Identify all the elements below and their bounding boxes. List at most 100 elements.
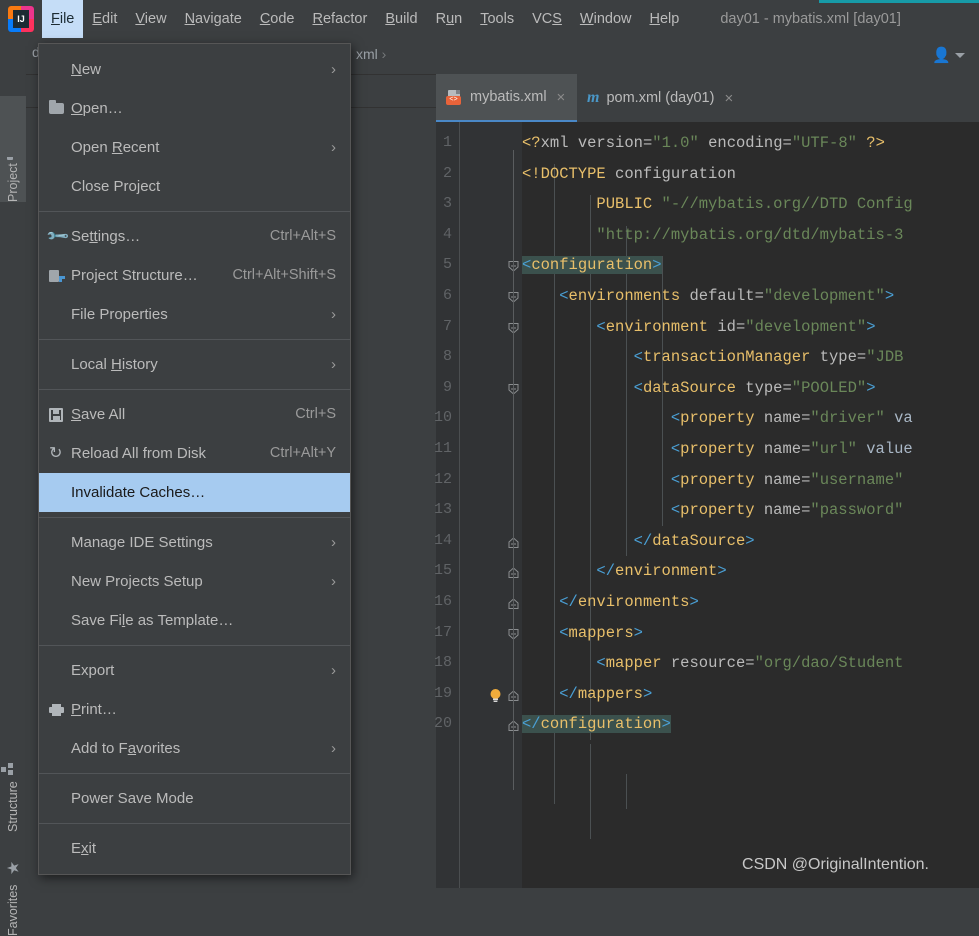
- user-account-button[interactable]: 👤: [932, 48, 965, 63]
- logo-text: IJ: [13, 10, 29, 28]
- line-number: 17: [433, 623, 452, 641]
- line-number: 12: [433, 470, 452, 488]
- menu-separator: [39, 823, 350, 824]
- file-menu-item-settings[interactable]: 🔧 Settings… Ctrl+Alt+S: [39, 217, 350, 256]
- file-menu-item-label: Add to Favorites: [71, 740, 181, 757]
- save-icon: [49, 407, 71, 422]
- top-accent-bar: [819, 0, 979, 3]
- line-number: 19: [433, 684, 452, 702]
- menu-separator: [39, 645, 350, 646]
- toolwindow-label-structure: Structure: [6, 781, 20, 832]
- menu-view[interactable]: View: [126, 0, 175, 38]
- file-menu-item-save-file-as-template[interactable]: Save File as Template…: [39, 601, 350, 640]
- fold-expanded-icon[interactable]: [508, 383, 520, 396]
- file-menu-item-file-properties[interactable]: File Properties ›: [39, 295, 350, 334]
- file-menu-item-reload-all-from-disk[interactable]: ↻ Reload All from Disk Ctrl+Alt+Y: [39, 434, 350, 473]
- code-line: <transactionManager type="JDB: [633, 348, 904, 367]
- toolwindow-label-favorites: Favorites: [6, 884, 20, 936]
- code-content[interactable]: <?xml version="1.0" encoding="UTF-8" ?> <…: [522, 122, 979, 888]
- editor-tab-bar: <> mybatis.xml × m pom.xml (day01) ×: [436, 74, 979, 122]
- editor-tab-mybatis-xml[interactable]: <> mybatis.xml ×: [436, 74, 577, 122]
- fold-collapse-end-icon[interactable]: [508, 720, 520, 732]
- fold-collapse-end-icon[interactable]: [508, 598, 520, 610]
- fold-collapse-end-icon[interactable]: [508, 567, 520, 579]
- file-menu-item-manage-ide-settings[interactable]: Manage IDE Settings ›: [39, 523, 350, 562]
- menu-code[interactable]: Code: [251, 0, 304, 38]
- fold-expanded-icon[interactable]: [508, 628, 520, 641]
- file-menu-item-print[interactable]: Print…: [39, 690, 350, 729]
- menu-file[interactable]: File: [42, 0, 84, 38]
- editor-breadcrumb: xml ›: [356, 46, 387, 62]
- menu-navigate[interactable]: Navigate: [176, 0, 251, 38]
- close-icon[interactable]: ×: [724, 90, 733, 107]
- toolwindow-button-structure[interactable]: Structure: [0, 728, 26, 832]
- window-title: day01 - mybatis.xml [day01]: [720, 11, 901, 27]
- main-area: Project Structure Favorites ★ da xml › 👤: [0, 38, 979, 936]
- menu-tools[interactable]: Tools: [471, 0, 523, 38]
- file-menu-item-save-all[interactable]: Save All Ctrl+S: [39, 395, 350, 434]
- menu-separator: [39, 339, 350, 340]
- chevron-right-icon: ›: [381, 46, 387, 62]
- code-line: <property name="driver" va: [670, 409, 913, 428]
- intention-bulb-icon[interactable]: [488, 688, 504, 704]
- line-number: 9: [442, 378, 452, 396]
- file-menu-item-new-projects-setup[interactable]: New Projects Setup ›: [39, 562, 350, 601]
- file-menu-item-invalidate-caches[interactable]: Invalidate Caches…: [39, 473, 350, 512]
- line-number: 6: [442, 287, 452, 304]
- line-number: 11: [433, 440, 452, 457]
- file-menu-item-label: Project Structure…: [71, 267, 198, 284]
- menu-vcs[interactable]: VCS: [523, 0, 571, 38]
- file-menu-item-label: Open Recent: [71, 139, 160, 156]
- file-menu-item-open[interactable]: Open…: [39, 89, 350, 128]
- code-line: "http://mybatis.org/dtd/mybatis-3: [596, 225, 904, 244]
- toolwindow-button-project[interactable]: Project: [0, 96, 26, 202]
- fold-collapse-end-icon[interactable]: [508, 690, 520, 702]
- file-menu-item-label: Save All: [71, 406, 126, 423]
- file-menu-item-add-to-favorites[interactable]: Add to Favorites ›: [39, 729, 350, 768]
- file-menu-item-open-recent[interactable]: Open Recent ›: [39, 128, 350, 167]
- wrench-icon: 🔧: [45, 223, 71, 250]
- file-menu-popup[interactable]: New › Open… Open Recent › Close Project 🔧 Setti…: [38, 43, 351, 875]
- file-menu-item-export[interactable]: Export ›: [39, 651, 350, 690]
- fold-expanded-icon[interactable]: [508, 292, 520, 304]
- xml-file-icon: <>: [446, 89, 463, 105]
- close-icon[interactable]: ×: [557, 89, 566, 106]
- folder-icon: [49, 100, 71, 114]
- file-menu-item-label: Open…: [71, 100, 123, 117]
- fold-expanded-icon[interactable]: [508, 261, 520, 273]
- line-number: 20: [433, 715, 452, 733]
- file-menu-item-local-history[interactable]: Local History ›: [39, 345, 350, 384]
- indent-guide: [590, 744, 591, 839]
- module-icon: [49, 269, 71, 282]
- fold-expanded-icon[interactable]: [508, 322, 520, 335]
- file-menu-item-shortcut: Ctrl+Alt+S: [269, 228, 336, 244]
- menu-window[interactable]: Window: [571, 0, 641, 38]
- editor-top-bar: xml › 👤: [356, 38, 979, 74]
- file-menu-item-exit[interactable]: Exit: [39, 829, 350, 868]
- menu-help[interactable]: Help: [640, 0, 688, 38]
- file-menu-item-project-structure[interactable]: Project Structure… Ctrl+Alt+Shift+S: [39, 256, 350, 295]
- menu-build[interactable]: Build: [376, 0, 426, 38]
- menu-edit[interactable]: Edit: [83, 0, 126, 38]
- editor-gutter[interactable]: 1 2 3 4 5 6 7 8 9 10 11 12 13 14 15 16 17 18 19 20: [433, 122, 522, 888]
- fold-region-line: [513, 150, 514, 790]
- menu-run[interactable]: Run: [427, 0, 472, 38]
- editor-tab-pom-xml[interactable]: m pom.xml (day01) ×: [577, 74, 747, 122]
- code-editor[interactable]: 1 2 3 4 5 6 7 8 9 10 11 12 13 14 15 16 17 18 19 20 <?xml ve…: [433, 122, 979, 888]
- code-line: <property name="username": [670, 470, 904, 489]
- file-menu-item-label: File Properties: [71, 306, 168, 323]
- code-line: </dataSource>: [633, 531, 755, 550]
- code-line: <property name="password": [670, 501, 904, 520]
- file-menu-item-close-project[interactable]: Close Project: [39, 167, 350, 206]
- indent-guide: [626, 774, 627, 809]
- line-number: 10: [433, 409, 452, 427]
- line-number: 14: [433, 531, 452, 549]
- file-menu-item-new[interactable]: New ›: [39, 50, 350, 89]
- file-menu-item-power-save-mode[interactable]: Power Save Mode: [39, 779, 350, 818]
- toolwindow-button-favorites[interactable]: Favorites ★: [0, 836, 26, 936]
- reload-icon: ↻: [49, 444, 63, 462]
- menu-refactor[interactable]: Refactor: [304, 0, 377, 38]
- file-menu-item-label: Power Save Mode: [71, 790, 194, 807]
- line-number: 1: [442, 134, 452, 151]
- fold-collapse-end-icon[interactable]: [508, 537, 520, 549]
